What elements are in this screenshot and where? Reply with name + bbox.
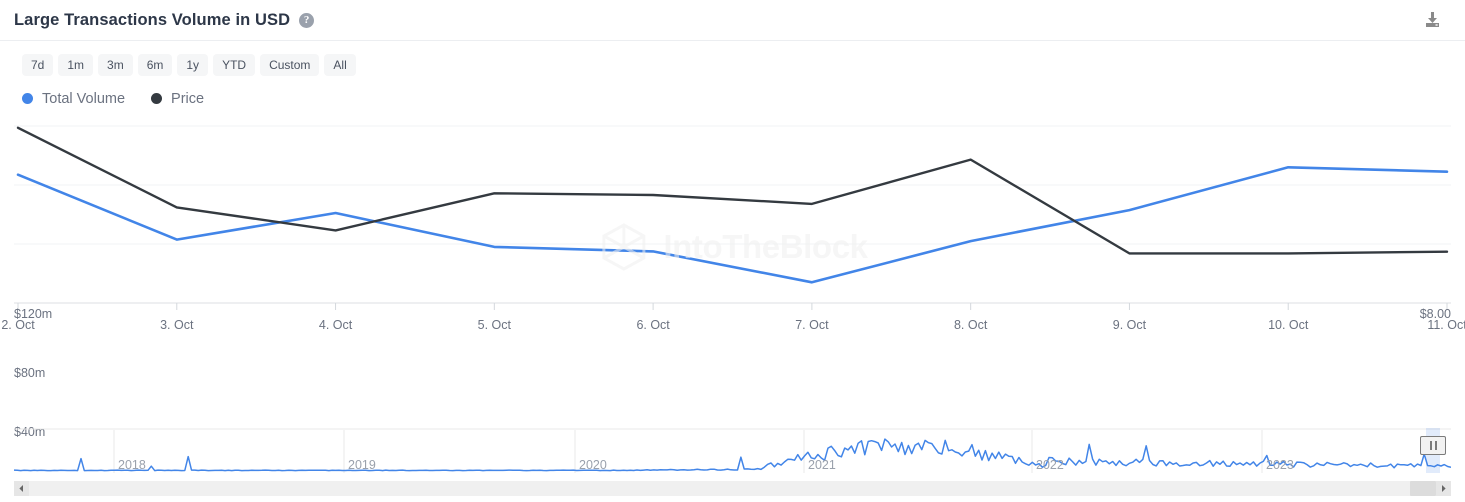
x-axis-label-2: 4. Oct (318, 318, 353, 332)
chart-navigator[interactable]: 2018 2019 2020 2021 2022 2023 (14, 428, 1451, 480)
navigator-year-2018: 2018 (118, 458, 146, 472)
legend-item-total-volume[interactable]: Total Volume (22, 91, 125, 107)
range-button-1m[interactable]: 1m (58, 54, 94, 76)
legend-dot-total-volume (22, 93, 33, 104)
legend-label-total-volume: Total Volume (42, 90, 126, 107)
line-chart-svg (14, 125, 1451, 310)
y-axis-label-80m: $80m (14, 366, 46, 380)
range-button-3m[interactable]: 3m (98, 54, 133, 76)
navigator-year-2022: 2022 (1036, 458, 1064, 472)
series-line-price (16, 126, 1449, 255)
legend-item-price[interactable]: Price (151, 91, 204, 107)
x-axis-label-4: 6. Oct (636, 318, 670, 332)
range-button-ytd[interactable]: YTD (213, 54, 256, 76)
navigator-year-2019: 2019 (348, 458, 376, 472)
navigator-inner[interactable]: 2018 2019 2020 2021 2022 2023 (14, 428, 1451, 473)
x-axis-label-7: 9. Oct (1112, 318, 1147, 332)
navigator-year-2023: 2023 (1266, 458, 1294, 472)
chart-legend: Total Volume Price (0, 75, 1465, 109)
navigator-year-dividers (113, 430, 1263, 473)
chart-header: Large Transactions Volume in USD ? (0, 0, 1465, 41)
handle-grip-line (1434, 441, 1437, 450)
handle-grip-line (1429, 441, 1432, 450)
question-mark-icon[interactable]: ? (299, 12, 315, 28)
horizontal-scrollbar[interactable] (14, 481, 1451, 496)
range-button-7d[interactable]: 7d (22, 54, 54, 76)
legend-label-price: Price (171, 90, 205, 107)
navigator-year-2020: 2020 (579, 458, 607, 472)
download-icon[interactable] (1421, 9, 1443, 31)
scroll-right-arrow-icon[interactable] (1436, 481, 1451, 496)
x-axis-label-1: 3. Oct (160, 318, 194, 332)
x-axis-label-0: 2. Oct (1, 318, 35, 332)
scroll-left-arrow-icon[interactable] (14, 481, 29, 496)
x-axis-label-8: 10. Oct (1268, 318, 1309, 332)
range-button-6m[interactable]: 6m (137, 54, 173, 76)
scrollbar-thumb[interactable] (1410, 481, 1436, 496)
x-axis-label-5: 7. Oct (795, 318, 829, 332)
navigator-year-2021: 2021 (808, 458, 836, 472)
range-selector: 7d 1m 3m 6m 1y YTD Custom All (0, 41, 1465, 76)
range-button-custom[interactable]: Custom (260, 54, 320, 76)
navigator-sparkline (14, 428, 1451, 473)
range-button-all[interactable]: All (324, 54, 356, 76)
range-button-1y[interactable]: 1y (177, 54, 209, 76)
chart-axis-ticks (17, 303, 1448, 310)
navigator-series-path (14, 438, 1451, 472)
x-axis-label-3: 5. Oct (477, 318, 511, 332)
x-axis-label-6: 8. Oct (953, 318, 988, 332)
scrollbar-track[interactable] (29, 481, 1436, 496)
x-axis-label-9: 11. Oct (1427, 318, 1465, 332)
page-title: Large Transactions Volume in USD (14, 10, 291, 29)
legend-dot-price (151, 93, 163, 104)
chart-plot-area[interactable]: IntoTheBlock $120m $80m $40m $0.00 $8.00… (0, 117, 1465, 498)
range-selector-handle[interactable] (1420, 436, 1446, 455)
